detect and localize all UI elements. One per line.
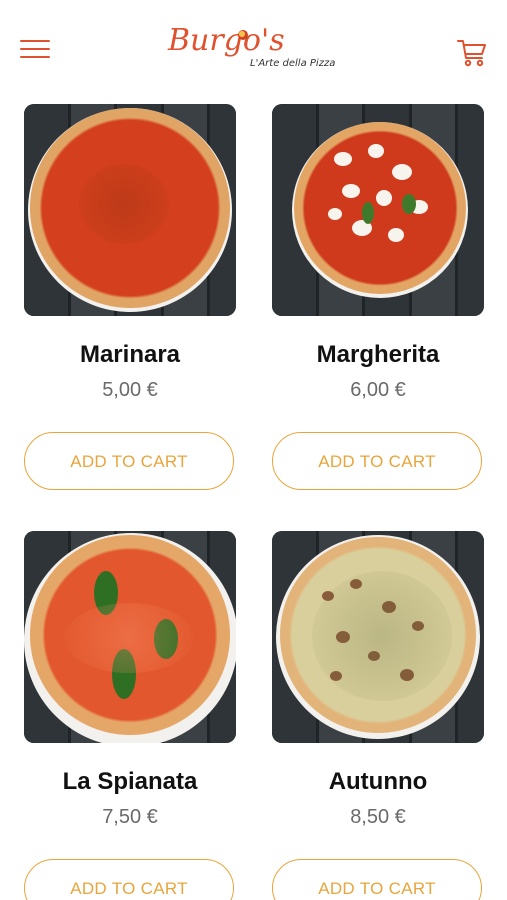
product-name: Margherita — [316, 341, 440, 368]
product-card[interactable]: Margherita 6,00 € ADD TO CART — [272, 104, 484, 490]
app-screen: Burgo's L'Arte della Pizza Marinara 5,00 — [0, 0, 507, 900]
product-card[interactable]: Autunno 8,50 € ADD TO CART — [272, 531, 484, 900]
product-price: 8,50 € — [350, 806, 406, 828]
cart-icon[interactable] — [456, 36, 488, 68]
product-image[interactable] — [24, 104, 236, 316]
hamburger-menu-icon[interactable] — [20, 40, 50, 64]
product-name: Marinara — [79, 341, 181, 368]
brand-logo[interactable]: Burgo's L'Arte della Pizza — [168, 24, 343, 76]
add-to-cart-button[interactable]: ADD TO CART — [272, 432, 482, 490]
logo-text: Burgo's — [168, 23, 285, 58]
add-to-cart-button[interactable]: ADD TO CART — [24, 859, 234, 900]
product-price: 7,50 € — [102, 806, 158, 828]
product-card[interactable]: La Spianata 7,50 € ADD TO CART — [24, 531, 236, 900]
product-card[interactable]: Marinara 5,00 € ADD TO CART — [24, 104, 236, 490]
product-name: La Spianata — [62, 768, 198, 795]
product-image[interactable] — [272, 104, 484, 316]
product-price: 5,00 € — [102, 379, 158, 401]
product-name: Autunno — [328, 768, 428, 795]
product-image[interactable] — [272, 531, 484, 743]
header: Burgo's L'Arte della Pizza — [0, 0, 507, 90]
product-image[interactable] — [24, 531, 236, 743]
add-to-cart-button[interactable]: ADD TO CART — [272, 859, 482, 900]
pizza-logo-icon — [238, 30, 248, 40]
product-price: 6,00 € — [350, 379, 406, 401]
logo-tagline: L'Arte della Pizza — [250, 58, 336, 69]
add-to-cart-button[interactable]: ADD TO CART — [24, 432, 234, 490]
